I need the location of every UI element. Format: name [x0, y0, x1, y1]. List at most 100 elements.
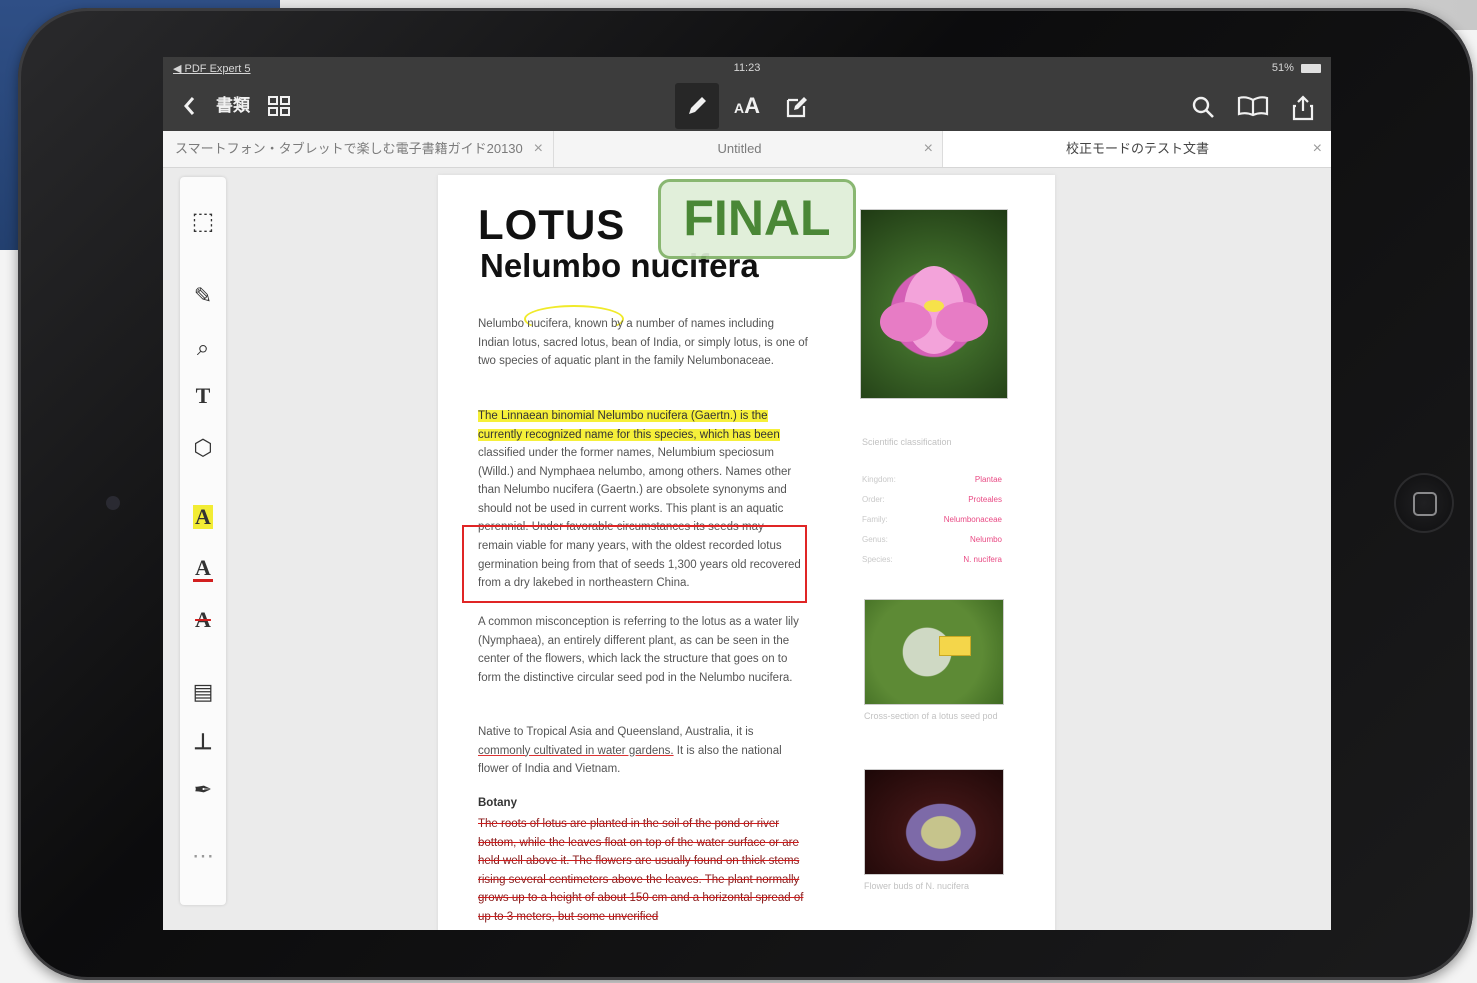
table-row: Species: N. nucifera	[862, 555, 1002, 575]
struck-text[interactable]: The roots of lotus are planted in the so…	[478, 818, 803, 923]
camera-icon	[106, 496, 120, 510]
paragraph-botany: The roots of lotus are planted in the so…	[478, 815, 808, 926]
battery-percent: 51%	[1271, 62, 1294, 74]
share-button[interactable]	[1287, 89, 1319, 123]
row-value: Nelumbo	[969, 535, 1002, 544]
comment-icon: ▤	[192, 679, 214, 704]
row-key: Order:	[862, 495, 885, 504]
magnifier-icon: ⌕	[196, 335, 210, 360]
paragraph-text: Native to Tropical Asia and Queensland, …	[478, 726, 754, 738]
note-marker[interactable]	[939, 636, 971, 656]
tab-close-icon[interactable]: ×	[924, 131, 933, 167]
font-size-icon: AA	[733, 93, 760, 118]
info-caption: Scientific classification	[862, 437, 952, 447]
table-row: Family: Nelumbonaceae	[862, 515, 1002, 535]
home-button[interactable]	[1394, 473, 1454, 533]
bookmarks-button[interactable]	[1235, 89, 1271, 123]
highlight-icon: A	[195, 504, 211, 529]
underlined-text[interactable]: commonly cultivated in water gardens.	[478, 745, 674, 757]
pen-icon	[689, 97, 706, 114]
image-caption: Flower buds of N. nucifera	[864, 881, 970, 891]
pen-tool[interactable]: ✎	[188, 281, 218, 311]
table-row: Kingdom: Plantae	[862, 475, 1002, 495]
tab-untitled[interactable]: Untitled ×	[553, 131, 943, 167]
row-key: Family:	[862, 515, 888, 524]
lotus-flower-image	[860, 209, 1008, 399]
signature-icon: ✒	[193, 777, 213, 802]
main-toolbar: 書類 AA	[163, 81, 1331, 131]
strikeout-icon: A	[195, 607, 211, 632]
paragraph-native: Native to Tropical Asia and Queensland, …	[478, 723, 808, 779]
row-value: Proteales	[968, 495, 1002, 504]
paragraph-text: classified under the former names, Nelum…	[478, 447, 792, 533]
book-icon	[1237, 96, 1269, 117]
pencil-icon: ✎	[193, 283, 213, 308]
back-button[interactable]	[177, 89, 201, 123]
text-icon: T	[195, 383, 211, 408]
magnifier-tool[interactable]: ⌕	[188, 333, 218, 363]
selection-rect-icon: ⬚	[191, 208, 215, 235]
documents-button[interactable]: 書類	[213, 89, 253, 123]
doc-title: LOTUS	[478, 201, 626, 248]
row-value: Nelumbonaceae	[943, 515, 1002, 524]
app-screen: ◀ PDF Expert 5 11:23 51% 書類 AA スマートフォン・タ…	[163, 57, 1331, 930]
image-caption: Cross-section of a lotus seed pod	[864, 711, 998, 721]
share-icon	[1292, 95, 1314, 121]
seed-pod-image	[864, 599, 1004, 705]
battery-icon	[1301, 63, 1321, 73]
section-heading: Botany	[478, 797, 517, 809]
more-tool[interactable]: ⋯	[188, 841, 218, 871]
chevron-left-icon	[184, 97, 195, 115]
tab-proofreading-test[interactable]: 校正モードのテスト文書 ×	[942, 131, 1331, 167]
table-row: Genus: Nelumbo	[862, 535, 1002, 555]
row-key: Kingdom:	[862, 475, 896, 484]
select-tool[interactable]: ⬚	[188, 207, 218, 237]
table-row: Order: Proteales	[862, 495, 1002, 515]
tab-label: 校正モードのテスト文書	[1065, 141, 1209, 156]
underline-tool[interactable]: A	[193, 555, 213, 582]
lotus-bud-image	[864, 769, 1004, 875]
shapes-icon: ⬡	[193, 435, 213, 460]
paragraph-intro: Nelumbo nucifera, known by a number of n…	[478, 318, 808, 367]
tab-label: スマートフォン・タブレットで楽しむ電子書籍ガイド20130509	[175, 141, 523, 156]
underline-icon: A	[195, 555, 211, 580]
paragraph-misconception: A common misconception is referring to t…	[478, 616, 799, 684]
text-tool[interactable]: T	[188, 381, 218, 411]
paragraph-binomial: The Linnaean binomial Nelumbo nucifera (…	[478, 407, 808, 537]
strikeout-tool[interactable]: A	[188, 605, 218, 635]
edit-icon	[786, 97, 807, 118]
pdf-page[interactable]: LOTUS Nelumbo nucifera FINAL Nelumbo nuc…	[438, 175, 1055, 930]
grid-icon	[268, 96, 290, 116]
row-value: N. nucifera	[963, 555, 1002, 564]
row-value: Plantae	[974, 475, 1002, 484]
search-icon	[1192, 96, 1214, 118]
annotate-button[interactable]	[675, 83, 719, 129]
thumbnails-button[interactable]	[263, 89, 295, 123]
highlighted-text[interactable]: The Linnaean binomial Nelumbo nucifera (…	[478, 410, 780, 441]
final-stamp[interactable]: FINAL	[658, 179, 856, 259]
comment-tool[interactable]: ▤	[188, 677, 218, 707]
tab-close-icon[interactable]: ×	[534, 131, 543, 167]
home-square-icon	[1413, 492, 1437, 516]
tab-label: Untitled	[717, 141, 762, 156]
stamp-icon: ⊥	[193, 729, 213, 754]
battery-indicator: 51%	[1272, 62, 1321, 74]
classification-table: Kingdom: Plantae Order: Proteales Family: N…	[862, 475, 1002, 575]
highlight-tool[interactable]: A	[193, 505, 213, 529]
tab-ebook-guide[interactable]: スマートフォン・タブレットで楽しむ電子書籍ガイド20130509 ×	[163, 131, 553, 167]
document-tabs: スマートフォン・タブレットで楽しむ電子書籍ガイド20130509 × Untit…	[163, 131, 1331, 168]
edit-button[interactable]	[781, 89, 813, 123]
tab-close-icon[interactable]: ×	[1313, 131, 1322, 167]
stamp-tool[interactable]: ⊥	[188, 727, 218, 757]
row-key: Genus:	[862, 535, 888, 544]
row-key: Species:	[862, 555, 893, 564]
status-bar: ◀ PDF Expert 5 11:23 51%	[163, 57, 1331, 81]
search-button[interactable]	[1187, 89, 1219, 123]
status-time: 11:23	[733, 62, 761, 74]
shapes-tool[interactable]: ⬡	[188, 433, 218, 463]
more-icon: ⋯	[192, 843, 214, 868]
font-size-button[interactable]: AA	[729, 89, 765, 123]
annotation-toolbar: ⬚ ✎ ⌕ T ⬡ A A A ▤ ⊥ ✒ ⋯	[180, 177, 226, 905]
rectangle-annotation[interactable]	[462, 525, 807, 603]
signature-tool[interactable]: ✒	[188, 775, 218, 805]
